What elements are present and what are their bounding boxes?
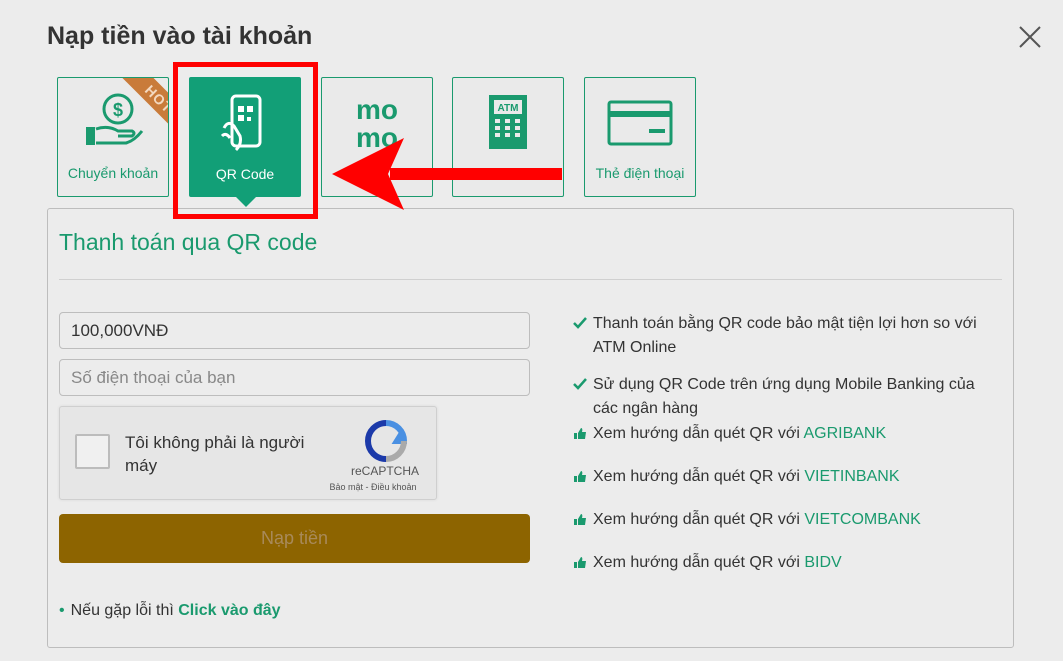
phone-qr-icon <box>190 92 300 154</box>
deposit-button[interactable]: Nạp tiền <box>59 514 530 563</box>
checkmark-icon <box>573 317 587 329</box>
tab-transfer[interactable]: HOT $ Chuyển khoản <box>57 77 169 197</box>
tab-momo[interactable]: mo mo <box>321 77 433 197</box>
info-text: Thanh toán bằng QR code bảo mật tiện lợi… <box>593 315 977 356</box>
error-help-link[interactable]: Click vào đây <box>178 602 280 619</box>
recaptcha-terms[interactable]: Bảo mật - Điều khoản <box>318 482 428 492</box>
bank-link-agribank[interactable]: AGRIBANK <box>803 425 886 442</box>
recaptcha-widget: Tôi không phải là người máy reCAPTCHA Bả… <box>59 406 437 500</box>
info-text: Sử dụng QR Code trên ứng dụng Mobile Ban… <box>593 376 975 417</box>
close-icon <box>1019 26 1041 48</box>
momo-icon: mo mo <box>322 92 432 154</box>
amount-field[interactable] <box>59 312 530 349</box>
thumbs-up-icon <box>574 514 586 525</box>
hand-money-icon: $ <box>58 92 168 154</box>
card-icon <box>585 92 695 154</box>
info-point: Thanh toán bằng QR code bảo mật tiện lợi… <box>573 312 993 360</box>
tab-label: Thẻ điện thoại <box>595 165 685 181</box>
guide-item: Xem hướng dẫn quét QR với VIETINBANK <box>573 465 993 489</box>
phone-field[interactable] <box>59 359 530 396</box>
atm-logo-text: ATM <box>498 103 519 114</box>
tab-pointer <box>236 197 256 207</box>
tab-label: QR Code <box>215 166 275 182</box>
guide-prefix: Xem hướng dẫn quét QR với <box>593 554 800 571</box>
panel-title: Thanh toán qua QR code <box>59 229 318 255</box>
thumbs-up-icon <box>574 557 586 568</box>
thumbs-up-icon <box>574 428 586 439</box>
guide-item: Xem hướng dẫn quét QR với BIDV <box>573 551 993 575</box>
momo-logo-bottom: mo <box>356 122 398 153</box>
info-point: Sử dụng QR Code trên ứng dụng Mobile Ban… <box>573 373 993 421</box>
bank-link-vietinbank[interactable]: VIETINBANK <box>804 468 899 485</box>
bullet-icon: • <box>59 602 65 619</box>
error-note-prefix: Nếu gặp lỗi thì <box>70 602 174 619</box>
panel-divider <box>59 279 1002 280</box>
guide-item: Xem hướng dẫn quét QR với AGRIBANK <box>573 422 993 446</box>
thumbs-up-icon <box>574 471 586 482</box>
recaptcha-brand: reCAPTCHA <box>350 464 419 478</box>
recaptcha-checkbox[interactable] <box>75 434 110 469</box>
checkmark-icon <box>573 378 587 390</box>
guide-prefix: Xem hướng dẫn quét QR với <box>593 468 800 485</box>
qr-payment-panel: Thanh toán qua QR code Tôi không phải là… <box>47 208 1014 648</box>
dialog-title: Nạp tiền vào tài khoản <box>47 22 313 50</box>
atm-icon: ATM <box>453 92 563 154</box>
bank-link-vietcombank[interactable]: VIETCOMBANK <box>804 511 920 528</box>
recaptcha-logo-icon <box>364 420 408 462</box>
guide-prefix: Xem hướng dẫn quét QR với <box>593 425 800 442</box>
close-button[interactable] <box>1018 25 1042 49</box>
momo-logo-top: mo <box>356 94 398 125</box>
guide-item: Xem hướng dẫn quét QR với VIETCOMBANK <box>573 508 993 532</box>
recaptcha-label: Tôi không phải là người máy <box>125 433 305 475</box>
guide-prefix: Xem hướng dẫn quét QR với <box>593 511 800 528</box>
tab-label: Chuyển khoản <box>67 165 159 181</box>
tab-qr-code[interactable]: QR Code <box>189 77 301 207</box>
svg-text:$: $ <box>113 100 123 120</box>
error-note: • Nếu gặp lỗi thì Click vào đây <box>59 602 281 620</box>
tab-phone-card[interactable]: Thẻ điện thoại <box>584 77 696 197</box>
bank-link-bidv[interactable]: BIDV <box>804 554 841 571</box>
tab-atm[interactable]: ATM <box>452 77 564 197</box>
